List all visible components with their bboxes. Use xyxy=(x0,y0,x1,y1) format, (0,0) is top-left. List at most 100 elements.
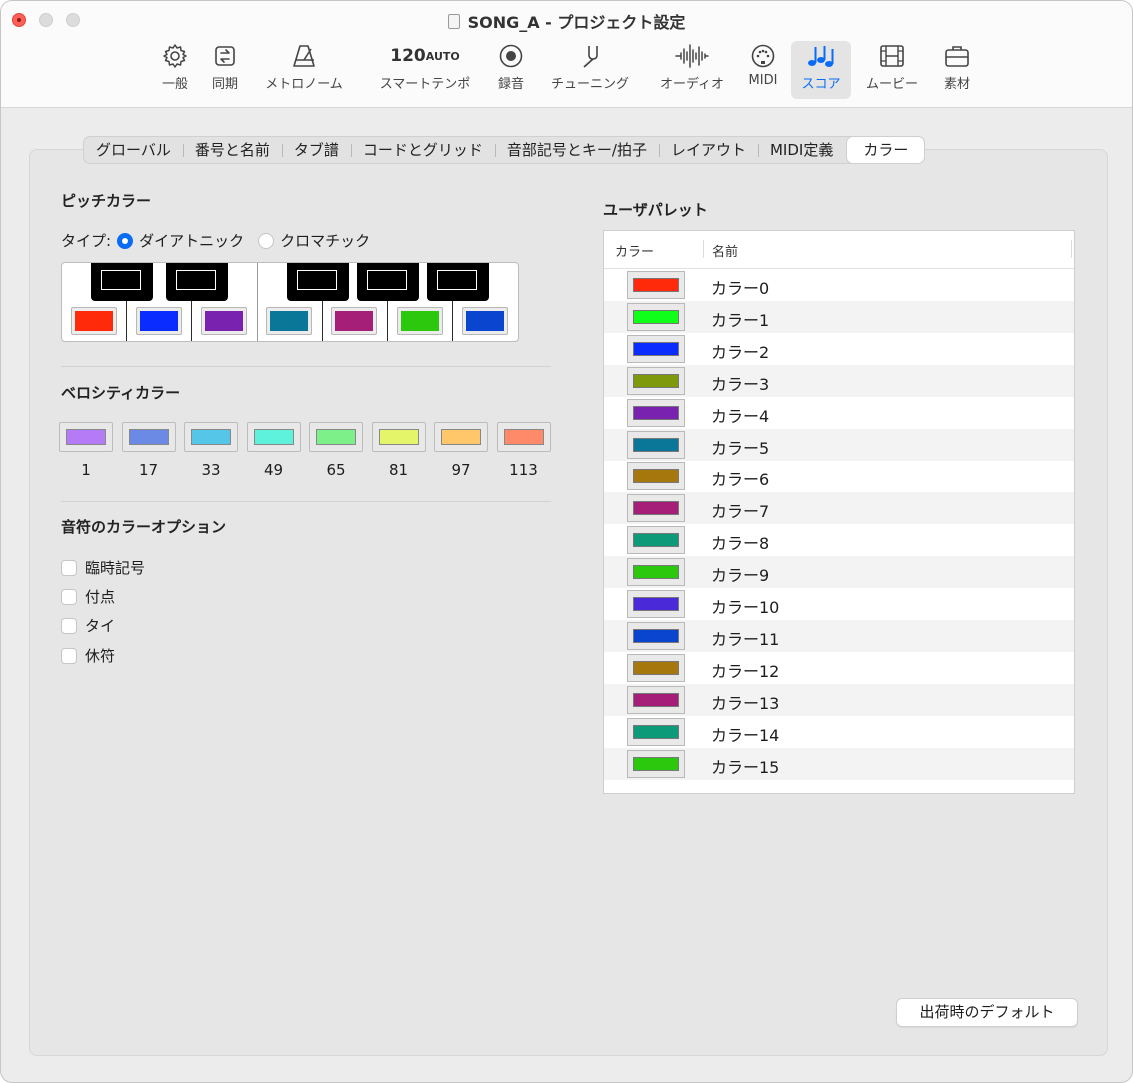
velocity-color-swatch[interactable] xyxy=(121,422,176,452)
checkbox-rests[interactable]: 休符 xyxy=(61,645,115,666)
velocity-color-swatch[interactable] xyxy=(434,422,488,452)
palette-row[interactable]: カラー6 xyxy=(604,460,1074,492)
column-header-color[interactable]: カラー xyxy=(615,241,654,260)
palette-color-name[interactable]: カラー10 xyxy=(711,594,779,618)
palette-color-swatch[interactable] xyxy=(627,366,685,395)
palette-row[interactable]: カラー8 xyxy=(604,524,1074,556)
palette-row[interactable]: カラー3 xyxy=(604,364,1074,397)
velocity-color-swatch[interactable] xyxy=(184,422,238,452)
palette-color-swatch[interactable] xyxy=(627,302,685,331)
palette-color-swatch[interactable] xyxy=(627,621,685,650)
tab-tablature[interactable]: タブ譜 xyxy=(281,137,351,163)
velocity-color-swatch[interactable] xyxy=(59,422,113,452)
palette-color-name[interactable]: カラー5 xyxy=(711,435,769,459)
black-key[interactable] xyxy=(287,263,349,301)
velocity-color-swatch[interactable] xyxy=(309,422,363,452)
palette-row[interactable]: カラー4 xyxy=(604,397,1074,429)
palette-color-name[interactable]: カラー15 xyxy=(711,754,779,778)
palette-row[interactable]: カラー14 xyxy=(604,716,1074,748)
toolbar-tuning[interactable]: チューニング xyxy=(543,41,637,99)
black-key-swatch[interactable] xyxy=(101,270,141,290)
palette-row[interactable]: カラー0 xyxy=(604,269,1074,301)
palette-row[interactable]: カラー5 xyxy=(604,428,1074,461)
toolbar-general[interactable]: 一般 xyxy=(157,41,193,99)
pitch-color-swatch[interactable] xyxy=(201,307,247,335)
palette-row[interactable]: カラー7 xyxy=(604,492,1074,525)
velocity-color-swatch[interactable] xyxy=(246,422,301,452)
tab-layout[interactable]: レイアウト xyxy=(658,137,758,163)
palette-color-swatch[interactable] xyxy=(627,590,685,618)
factory-default-button[interactable]: 出荷時のデフォルト xyxy=(896,998,1078,1027)
palette-color-swatch[interactable] xyxy=(627,558,685,587)
palette-row[interactable]: カラー1 xyxy=(604,300,1074,333)
palette-color-name[interactable]: カラー3 xyxy=(711,371,769,395)
palette-color-swatch[interactable] xyxy=(627,334,685,363)
toolbar-smart-tempo[interactable]: 120 AUTO スマートテンポ xyxy=(371,41,479,99)
tab-chords-grids[interactable]: コードとグリッド xyxy=(350,137,495,163)
palette-color-swatch[interactable] xyxy=(627,685,685,714)
palette-color-swatch[interactable] xyxy=(627,749,685,778)
palette-color-name[interactable]: カラー2 xyxy=(711,339,769,363)
tab-numbers-names[interactable]: 番号と名前 xyxy=(182,137,282,163)
palette-color-name[interactable]: カラー7 xyxy=(711,498,769,522)
black-key-swatch[interactable] xyxy=(437,270,477,290)
palette-color-name[interactable]: カラー6 xyxy=(711,466,769,490)
palette-color-swatch[interactable] xyxy=(627,653,685,682)
palette-color-swatch[interactable] xyxy=(627,398,685,427)
column-header-name[interactable]: 名前 xyxy=(712,241,738,260)
palette-row[interactable]: カラー11 xyxy=(604,619,1074,652)
tab-colors[interactable]: カラー xyxy=(847,137,925,163)
palette-color-name[interactable]: カラー12 xyxy=(711,658,779,682)
checkbox-dots[interactable]: 付点 xyxy=(61,586,115,607)
toolbar-audio[interactable]: オーディオ xyxy=(653,41,731,99)
palette-row[interactable]: カラー9 xyxy=(604,556,1074,589)
palette-row[interactable]: カラー15 xyxy=(604,747,1074,780)
palette-color-swatch[interactable] xyxy=(627,494,685,523)
checkbox[interactable] xyxy=(61,617,77,634)
radio-chromatic-label[interactable]: クロマチック xyxy=(280,230,370,251)
toolbar-score[interactable]: スコア xyxy=(791,41,851,99)
black-key[interactable] xyxy=(427,263,489,301)
tab-midi-meaning[interactable]: MIDI定義 xyxy=(757,137,845,163)
black-key-swatch[interactable] xyxy=(367,270,407,290)
toolbar-midi[interactable]: MIDI xyxy=(745,41,781,99)
palette-color-name[interactable]: カラー14 xyxy=(711,722,779,746)
toolbar-assets[interactable]: 素材 xyxy=(939,41,975,99)
palette-color-swatch[interactable] xyxy=(627,717,685,746)
palette-color-name[interactable]: カラー8 xyxy=(711,530,769,554)
toolbar-sync[interactable]: 同期 xyxy=(207,41,243,99)
checkbox[interactable] xyxy=(61,588,77,605)
pitch-color-swatch[interactable] xyxy=(71,307,117,335)
palette-row[interactable]: カラー13 xyxy=(604,683,1074,716)
palette-color-name[interactable]: カラー13 xyxy=(711,690,779,714)
tab-clefs-signatures[interactable]: 音部記号とキー/拍子 xyxy=(494,137,659,163)
velocity-color-swatch[interactable] xyxy=(496,422,551,452)
palette-color-swatch[interactable] xyxy=(627,430,685,459)
palette-row[interactable]: カラー2 xyxy=(604,333,1074,365)
black-key[interactable] xyxy=(91,263,153,301)
tab-global[interactable]: グローバル xyxy=(84,137,183,163)
toolbar-metronome[interactable]: メトロノーム xyxy=(257,41,351,99)
black-key-swatch[interactable] xyxy=(176,270,216,290)
palette-color-name[interactable]: カラー4 xyxy=(711,403,769,427)
palette-color-swatch[interactable] xyxy=(627,271,685,299)
palette-color-name[interactable]: カラー1 xyxy=(711,307,769,331)
checkbox-ties[interactable]: タイ xyxy=(61,615,115,636)
black-key[interactable] xyxy=(357,263,419,301)
toolbar-record[interactable]: 録音 xyxy=(493,41,529,99)
palette-color-name[interactable]: カラー9 xyxy=(711,562,769,586)
radio-diatonic[interactable] xyxy=(117,232,134,249)
palette-row[interactable]: カラー12 xyxy=(604,652,1074,684)
black-key-swatch[interactable] xyxy=(297,270,337,290)
toolbar-movie[interactable]: ムービー xyxy=(859,41,925,99)
palette-color-swatch[interactable] xyxy=(627,462,685,491)
pitch-color-swatch[interactable] xyxy=(136,307,182,335)
palette-color-swatch[interactable] xyxy=(627,526,685,555)
pitch-color-swatch[interactable] xyxy=(331,307,377,335)
checkbox-accidentals[interactable]: 臨時記号 xyxy=(61,557,145,578)
checkbox[interactable] xyxy=(61,647,77,664)
palette-color-name[interactable]: カラー11 xyxy=(711,626,779,650)
pitch-color-swatch[interactable] xyxy=(397,307,443,335)
checkbox[interactable] xyxy=(61,559,77,576)
palette-row[interactable]: カラー10 xyxy=(604,588,1074,620)
